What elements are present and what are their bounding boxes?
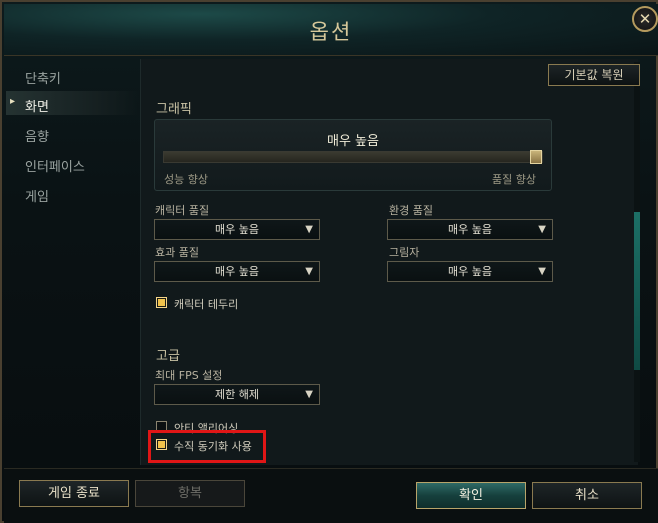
dropdown-value: 매우 높음: [448, 265, 492, 278]
sidebar-item-video[interactable]: 화면: [25, 96, 49, 115]
checkbox-box[interactable]: [156, 297, 167, 308]
options-window: 옵션 ✕ ▸ 단축키 화면 음향 인터페이스 게임 기본값 복원 그래픽 매우 …: [0, 0, 658, 523]
checkbox-label: 캐릭터 테두리: [174, 298, 239, 311]
close-icon[interactable]: ✕: [632, 6, 658, 32]
max-fps-dropdown[interactable]: 제한 해제 ▼: [154, 384, 320, 405]
slider-max-label: 품질 향상: [492, 173, 536, 186]
red-highlight-annotation: [148, 430, 266, 463]
dropdown-value: 제한 해제: [215, 388, 259, 401]
environment-quality-dropdown[interactable]: 매우 높음 ▼: [387, 219, 553, 240]
graphics-quality-slider[interactable]: [163, 150, 543, 164]
caret-down-icon: ▼: [538, 266, 546, 277]
character-quality-dropdown[interactable]: 매우 높음 ▼: [154, 219, 320, 240]
window-title: 옵션: [309, 20, 353, 44]
advanced-section-title: 고급: [156, 349, 180, 364]
shadows-dropdown[interactable]: 매우 높음 ▼: [387, 261, 553, 282]
effects-quality-label: 효과 품질: [155, 246, 199, 259]
sidebar-item-hotkeys[interactable]: 단축키: [25, 68, 61, 87]
chevron-right-icon: ▸: [10, 96, 16, 107]
graphics-quality-value: 매우 높음: [327, 134, 379, 149]
sidebar-item-game[interactable]: 게임: [25, 186, 49, 205]
graphics-section-title: 그래픽: [156, 102, 192, 117]
caret-down-icon: ▼: [305, 224, 313, 235]
character-quality-label: 캐릭터 품질: [155, 204, 210, 217]
max-fps-label: 최대 FPS 설정: [155, 369, 223, 382]
shadows-label: 그림자: [389, 246, 420, 259]
effects-quality-dropdown[interactable]: 매우 높음 ▼: [154, 261, 320, 282]
sidebar-item-interface[interactable]: 인터페이스: [25, 156, 85, 175]
dropdown-value: 매우 높음: [215, 223, 259, 236]
slider-thumb[interactable]: [530, 150, 542, 164]
dropdown-value: 매우 높음: [448, 223, 492, 236]
reset-defaults-button[interactable]: 기본값 복원: [548, 64, 640, 86]
dropdown-value: 매우 높음: [215, 265, 259, 278]
caret-down-icon: ▼: [305, 389, 313, 400]
surrender-button[interactable]: 항복: [135, 480, 245, 507]
caret-down-icon: ▼: [538, 224, 546, 235]
environment-quality-label: 환경 품질: [389, 204, 433, 217]
caret-down-icon: ▼: [305, 266, 313, 277]
scrollbar-thumb[interactable]: [634, 212, 640, 370]
quit-game-button[interactable]: 게임 종료: [19, 480, 129, 507]
ok-button[interactable]: 확인: [416, 482, 526, 509]
slider-min-label: 성능 향상: [164, 173, 208, 186]
cancel-button[interactable]: 취소: [532, 482, 642, 509]
sidebar-item-sound[interactable]: 음향: [25, 126, 49, 145]
slider-fill: [164, 152, 536, 162]
